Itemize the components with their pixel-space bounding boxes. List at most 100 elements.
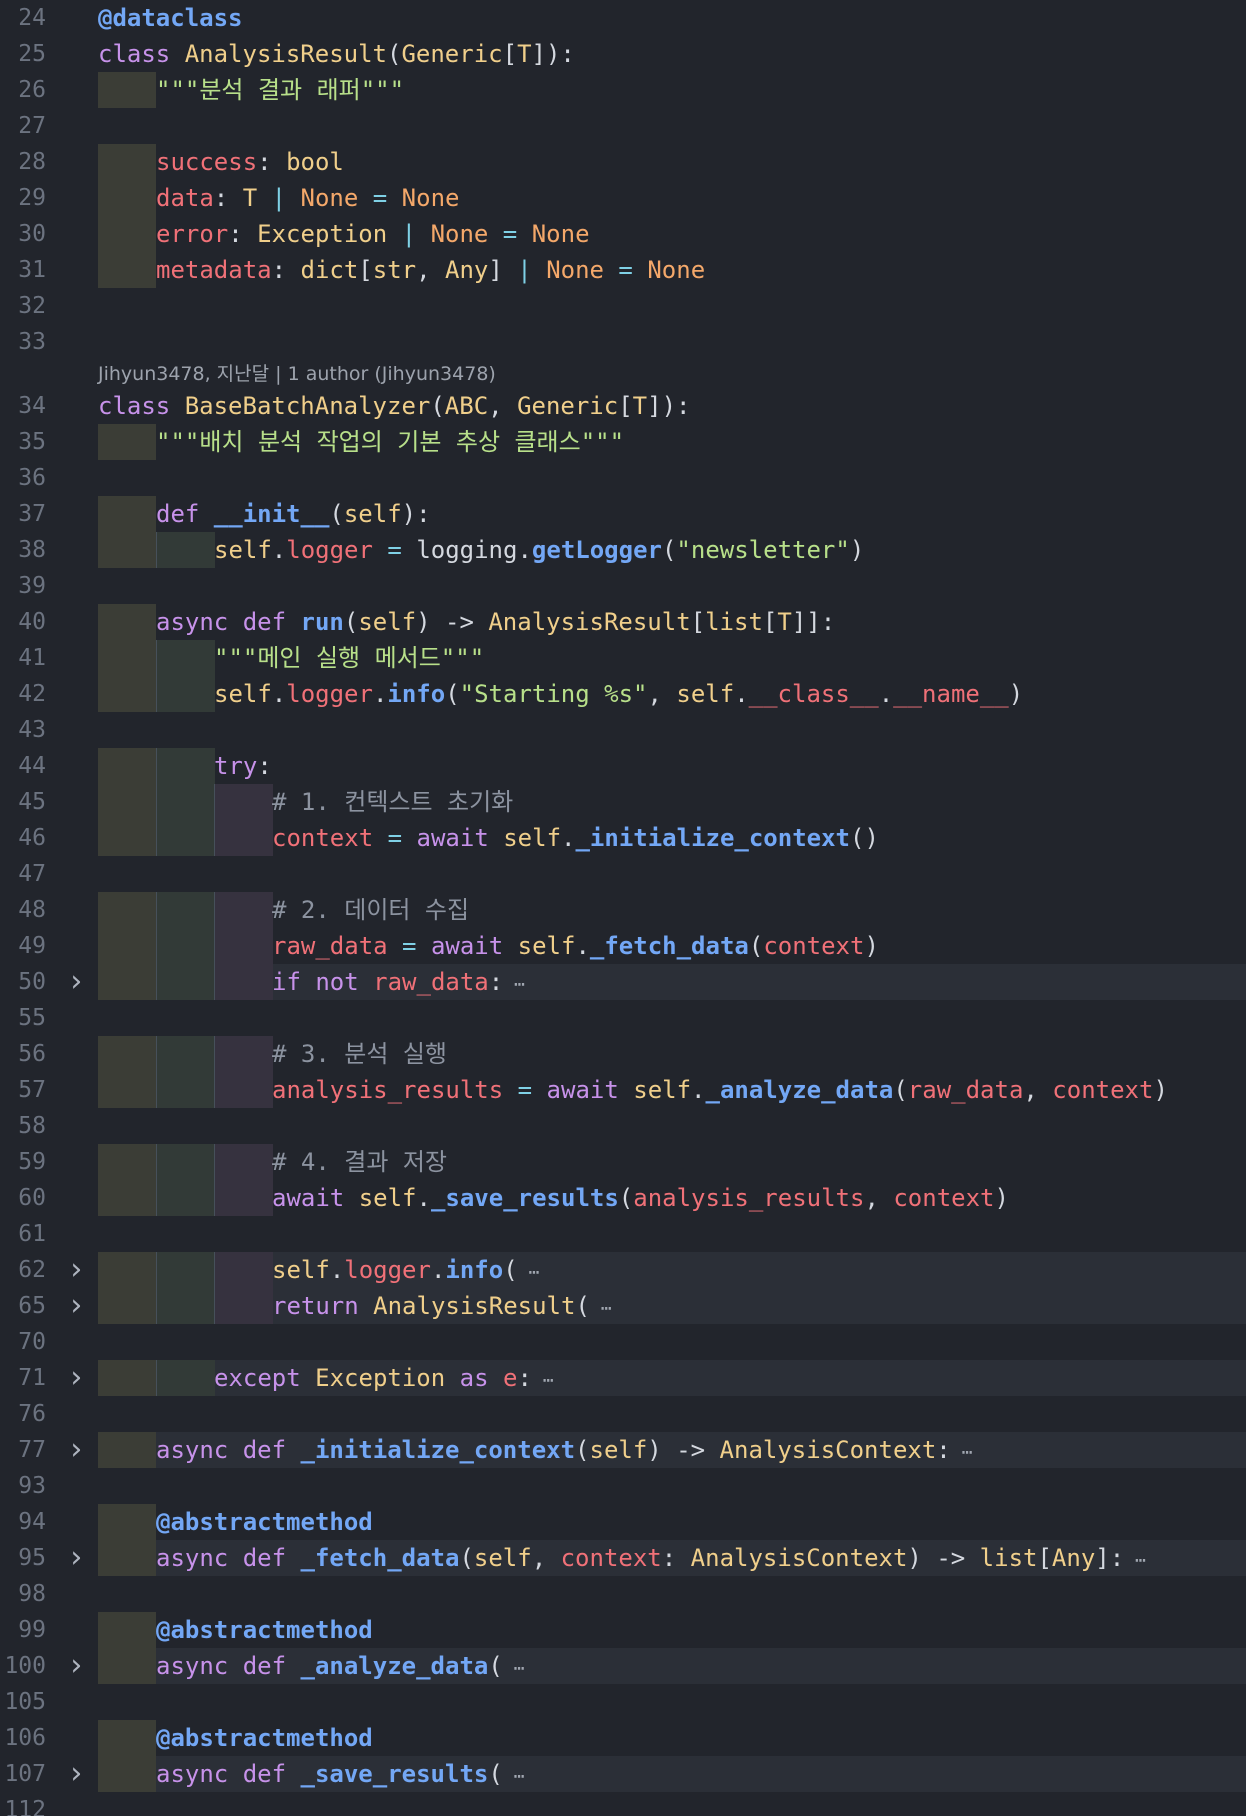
- code-line[interactable]: 77 › async def _initialize_context(self) -…: [0, 1432, 1246, 1468]
- code-token: .: [561, 824, 576, 852]
- folded-ellipsis[interactable]: ⋯: [1124, 1550, 1146, 1571]
- indent-guide: [156, 1288, 215, 1324]
- code-line[interactable]: 112: [0, 1792, 1246, 1816]
- code-line[interactable]: 71 › except Exception as e: ⋯: [0, 1360, 1246, 1396]
- code-line[interactable]: 65 › return AnalysisResult( ⋯: [0, 1288, 1246, 1324]
- code-line[interactable]: 39: [0, 568, 1246, 604]
- code-line[interactable]: 28 success: bool: [0, 144, 1246, 180]
- chevron-right-icon[interactable]: ›: [64, 1360, 88, 1396]
- code-line[interactable]: 49 raw_data = await self._fetch_data(cont…: [0, 928, 1246, 964]
- code-line[interactable]: 29 data: T | None = None: [0, 180, 1246, 216]
- code-line[interactable]: 33: [0, 324, 1246, 360]
- code-text: # 1. 컨텍스트 초기화: [272, 784, 513, 820]
- indent-guide: [98, 1360, 156, 1396]
- line-number: 50: [18, 969, 46, 995]
- line-number: 24: [18, 5, 46, 31]
- indent-guide: [98, 252, 156, 288]
- folded-ellipsis[interactable]: ⋯: [590, 1298, 612, 1319]
- code-line[interactable]: 58: [0, 1108, 1246, 1144]
- code-token: metadata: [156, 256, 272, 284]
- code-line[interactable]: 95 › async def _fetch_data(self, context: …: [0, 1540, 1246, 1576]
- code-line[interactable]: 40 async def run(self) -> AnalysisResult[…: [0, 604, 1246, 640]
- chevron-right-icon[interactable]: ›: [64, 1288, 88, 1324]
- folded-ellipsis[interactable]: ⋯: [951, 1442, 973, 1463]
- code-token: ]:: [1095, 1544, 1125, 1572]
- code-line[interactable]: 99 @abstractmethod: [0, 1612, 1246, 1648]
- code-line[interactable]: 44 try:: [0, 748, 1246, 784]
- code-line[interactable]: 55: [0, 1000, 1246, 1036]
- chevron-right-icon[interactable]: ›: [64, 1648, 88, 1684]
- code-token: None: [531, 220, 590, 248]
- code-token: async def: [156, 1760, 301, 1788]
- code-line[interactable]: 45 # 1. 컨텍스트 초기화: [0, 784, 1246, 820]
- indent-guide: [98, 1144, 156, 1180]
- code-line[interactable]: 26 """분석 결과 래퍼""": [0, 72, 1246, 108]
- code-text: """메인 실행 메서드""": [214, 640, 484, 676]
- code-line[interactable]: 25 class AnalysisResult(Generic[T]):: [0, 36, 1246, 72]
- folded-ellipsis[interactable]: ⋯: [532, 1370, 554, 1391]
- chevron-right-icon[interactable]: ›: [64, 1540, 88, 1576]
- chevron-right-icon[interactable]: ›: [64, 1432, 88, 1468]
- code-line[interactable]: 37 def __init__(self):: [0, 496, 1246, 532]
- line-number: 60: [18, 1185, 46, 1211]
- indent-guide: [98, 748, 156, 784]
- code-token: getLogger: [531, 536, 662, 564]
- code-line[interactable]: 35 """배치 분석 작업의 기본 추상 클래스""": [0, 424, 1246, 460]
- code-line[interactable]: 61: [0, 1216, 1246, 1252]
- code-line[interactable]: 57 analysis_results = await self._analyze…: [0, 1072, 1246, 1108]
- code-token: # 4. 결과 저장: [272, 1148, 448, 1176]
- code-token: if not: [272, 968, 374, 996]
- code-line[interactable]: 70: [0, 1324, 1246, 1360]
- code-line[interactable]: 24 @dataclass: [0, 0, 1246, 36]
- code-line[interactable]: 76: [0, 1396, 1246, 1432]
- code-line[interactable]: 31 metadata: dict[str, Any] | None = None: [0, 252, 1246, 288]
- folded-ellipsis[interactable]: ⋯: [518, 1262, 539, 1283]
- code-line[interactable]: 105: [0, 1684, 1246, 1720]
- code-editor[interactable]: 24 @dataclass 25 class AnalysisResult(Gener…: [0, 0, 1246, 1816]
- code-token: (: [575, 1292, 590, 1320]
- code-line[interactable]: 100 › async def _analyze_data( ⋯: [0, 1648, 1246, 1684]
- chevron-right-icon[interactable]: ›: [64, 964, 88, 1000]
- code-token: T: [517, 40, 532, 68]
- code-line[interactable]: 42 self.logger.info("Starting %s", self._…: [0, 676, 1246, 712]
- code-line[interactable]: 38 self.logger = logging.getLogger("newsl…: [0, 532, 1246, 568]
- code-line[interactable]: 62 › self.logger.info( ⋯: [0, 1252, 1246, 1288]
- code-token: context: [893, 1184, 995, 1212]
- code-token: ,: [864, 1184, 894, 1212]
- code-line[interactable]: 93: [0, 1468, 1246, 1504]
- git-blame-annotation[interactable]: Jihyun3478, 지난달 | 1 author (Jihyun3478): [98, 360, 496, 388]
- folded-ellipsis[interactable]: ⋯: [503, 974, 525, 995]
- code-token: ,: [488, 392, 518, 420]
- code-token: ): [1153, 1076, 1168, 1104]
- code-line[interactable]: 56 # 3. 분석 실행: [0, 1036, 1246, 1072]
- code-line[interactable]: 34 class BaseBatchAnalyzer(ABC, Generic[T…: [0, 388, 1246, 424]
- code-line[interactable]: 43: [0, 712, 1246, 748]
- code-line[interactable]: 46 context = await self._initialize_conte…: [0, 820, 1246, 856]
- code-token: _initialize_context: [575, 824, 851, 852]
- code-line[interactable]: 30 error: Exception | None = None: [0, 216, 1246, 252]
- code-line[interactable]: 36: [0, 460, 1246, 496]
- indent-guide: [98, 1648, 156, 1684]
- line-number: 62: [18, 1257, 46, 1283]
- code-line[interactable]: 59 # 4. 결과 저장: [0, 1144, 1246, 1180]
- code-line[interactable]: 50 › if not raw_data: ⋯: [0, 964, 1246, 1000]
- code-token: (: [503, 1256, 518, 1284]
- code-token: # 2. 데이터 수집: [272, 896, 470, 924]
- code-line[interactable]: 32: [0, 288, 1246, 324]
- chevron-right-icon[interactable]: ›: [64, 1756, 88, 1792]
- code-line[interactable]: 107 › async def _save_results( ⋯: [0, 1756, 1246, 1792]
- chevron-right-icon[interactable]: ›: [64, 1252, 88, 1288]
- code-token: # 3. 분석 실행: [272, 1040, 448, 1068]
- code-line[interactable]: 106 @abstractmethod: [0, 1720, 1246, 1756]
- code-line[interactable]: 48 # 2. 데이터 수집: [0, 892, 1246, 928]
- folded-ellipsis[interactable]: ⋯: [503, 1766, 525, 1787]
- code-token: info: [387, 680, 446, 708]
- code-line[interactable]: 27: [0, 108, 1246, 144]
- code-line[interactable]: 98: [0, 1576, 1246, 1612]
- indent-guide: [98, 784, 156, 820]
- code-line[interactable]: 60 await self._save_results(analysis_resu…: [0, 1180, 1246, 1216]
- folded-ellipsis[interactable]: ⋯: [503, 1658, 525, 1679]
- code-line[interactable]: 41 """메인 실행 메서드""": [0, 640, 1246, 676]
- code-line[interactable]: 47: [0, 856, 1246, 892]
- code-line[interactable]: 94 @abstractmethod: [0, 1504, 1246, 1540]
